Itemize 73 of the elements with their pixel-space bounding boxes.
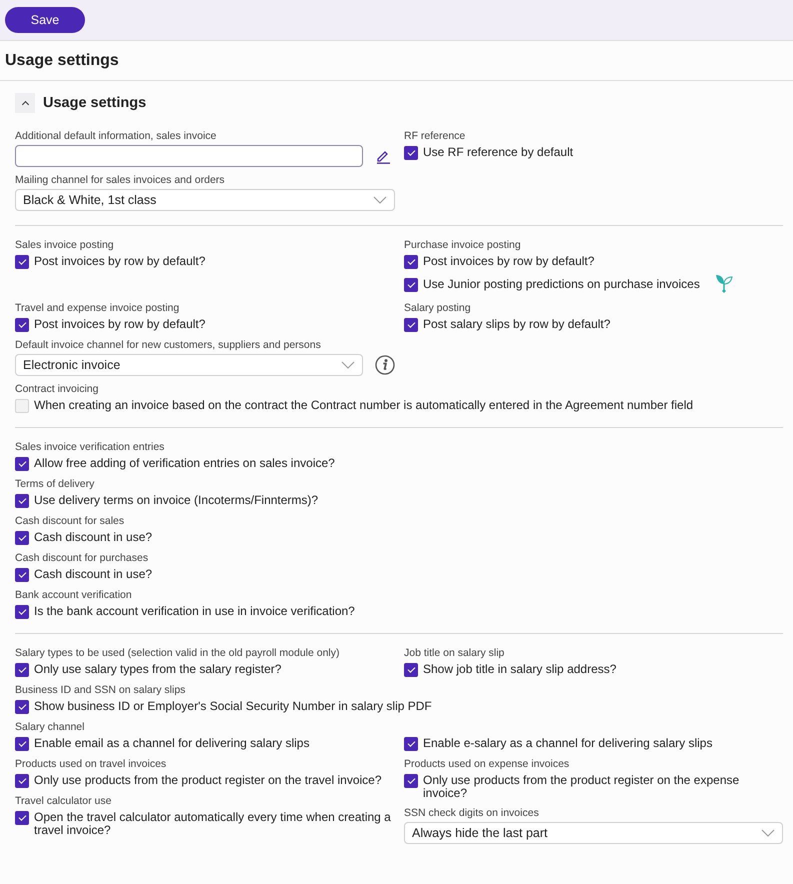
field-label: Products used on travel invoices	[15, 757, 168, 771]
save-button[interactable]: Save	[5, 7, 85, 33]
field-label: Salary types to be used (selection valid in the old payroll module only)	[15, 646, 341, 660]
checkbox-label: Allow free adding of verification entries on sales invoice?	[34, 456, 335, 470]
field-label: Cash discount for purchases	[15, 551, 150, 565]
field-label: Business ID and SSN on salary slips	[15, 683, 186, 697]
checkbox-label: Only use salary types from the salary register?	[34, 662, 282, 676]
chevron-down-icon	[761, 829, 775, 837]
checkbox[interactable]	[15, 457, 29, 471]
checkbox-label: Only use products from the product register on the expense invoice?	[423, 773, 740, 800]
checkbox[interactable]	[15, 494, 29, 508]
section-title: Usage settings	[43, 95, 146, 111]
checkbox[interactable]	[15, 700, 29, 714]
checkbox-label: Cash discount in use?	[34, 530, 152, 544]
checkbox[interactable]	[404, 318, 418, 332]
field-label: Travel and expense invoice posting	[15, 301, 180, 315]
checkbox-label: Enable e-salary as a channel for delivering salary slips	[423, 736, 712, 750]
text-field[interactable]	[15, 145, 363, 167]
field-label: Contract invoicing	[15, 382, 100, 396]
field-label: Travel calculator use	[15, 794, 112, 808]
checkbox-label: Use Junior posting predictions on purchase invoices	[423, 277, 700, 291]
checkbox[interactable]	[15, 774, 29, 788]
field-label: Products used on expense invoices	[404, 757, 570, 771]
checkbox[interactable]	[404, 737, 418, 751]
checkbox-label: Open the travel calculator automatically every time when creating a travel invoice?	[34, 810, 392, 837]
checkbox[interactable]	[15, 663, 29, 677]
field-label: Sales invoice posting	[15, 238, 115, 252]
page-title: Usage settings	[0, 41, 793, 81]
collapse-button[interactable]	[15, 93, 35, 113]
checkbox[interactable]	[404, 278, 418, 292]
checkbox[interactable]	[404, 663, 418, 677]
checkbox[interactable]	[404, 774, 418, 788]
checkbox[interactable]	[15, 531, 29, 545]
field-label: RF reference	[404, 129, 466, 143]
checkbox-label: Post salary slips by row by default?	[423, 317, 610, 331]
checkbox[interactable]	[15, 811, 29, 825]
dropdown[interactable]: Electronic invoice	[15, 354, 363, 376]
checkbox-label: Post invoices by row by default?	[34, 317, 206, 331]
checkbox[interactable]	[15, 318, 29, 332]
field-label: SSN check digits on invoices	[404, 806, 540, 820]
field-label: Terms of delivery	[15, 477, 96, 491]
field-label: Salary channel	[15, 720, 86, 734]
chevron-down-icon	[341, 361, 355, 369]
dropdown[interactable]: Always hide the last part	[404, 822, 783, 844]
checkbox-label: Enable email as a channel for delivering salary slips	[34, 736, 310, 750]
field-label: Sales invoice verification entries	[15, 440, 166, 454]
checkbox-label: Use delivery terms on invoice (Incoterms/Finnterms)?	[34, 493, 318, 507]
checkbox[interactable]	[15, 568, 29, 582]
checkbox-label: When creating an invoice based on the contract the Contract number is automatically entered in the Agreement number field	[34, 398, 694, 412]
checkbox[interactable]	[15, 737, 29, 751]
checkbox[interactable]	[404, 255, 418, 269]
checkbox-label: Is the bank account verification in use in invoice verification?	[34, 604, 355, 618]
checkbox[interactable]	[15, 605, 29, 619]
info-icon[interactable]	[375, 355, 395, 375]
checkbox-label: Use RF reference by default	[423, 145, 574, 159]
field-label: Additional default information, sales invoice	[15, 129, 218, 143]
dropdown[interactable]: Black & White, 1st class	[15, 189, 395, 211]
field-label: Default invoice channel for new customers, suppliers and persons	[15, 338, 322, 352]
field-label: Job title on salary slip	[404, 646, 506, 660]
checkbox[interactable]	[404, 146, 418, 160]
chevron-down-icon	[373, 196, 387, 204]
field-label: Salary posting	[404, 301, 472, 315]
field-label: Mailing channel for sales invoices and orders	[15, 173, 226, 187]
field-label: Purchase invoice posting	[404, 238, 522, 252]
field-label: Cash discount for sales	[15, 514, 126, 528]
checkbox-label: Only use products from the product register on the travel invoice?	[34, 773, 382, 787]
checkbox-label: Show business ID or Employer's Social Security Number in salary slip PDF	[34, 699, 432, 713]
checkbox-label: Show job title in salary slip address?	[423, 662, 616, 676]
checkbox-label: Cash discount in use?	[34, 567, 152, 581]
field-label: Bank account verification	[15, 588, 133, 602]
checkbox-label: Post invoices by row by default?	[423, 254, 594, 268]
checkbox[interactable]	[15, 255, 29, 269]
checkbox-label: Post invoices by row by default?	[34, 254, 206, 268]
